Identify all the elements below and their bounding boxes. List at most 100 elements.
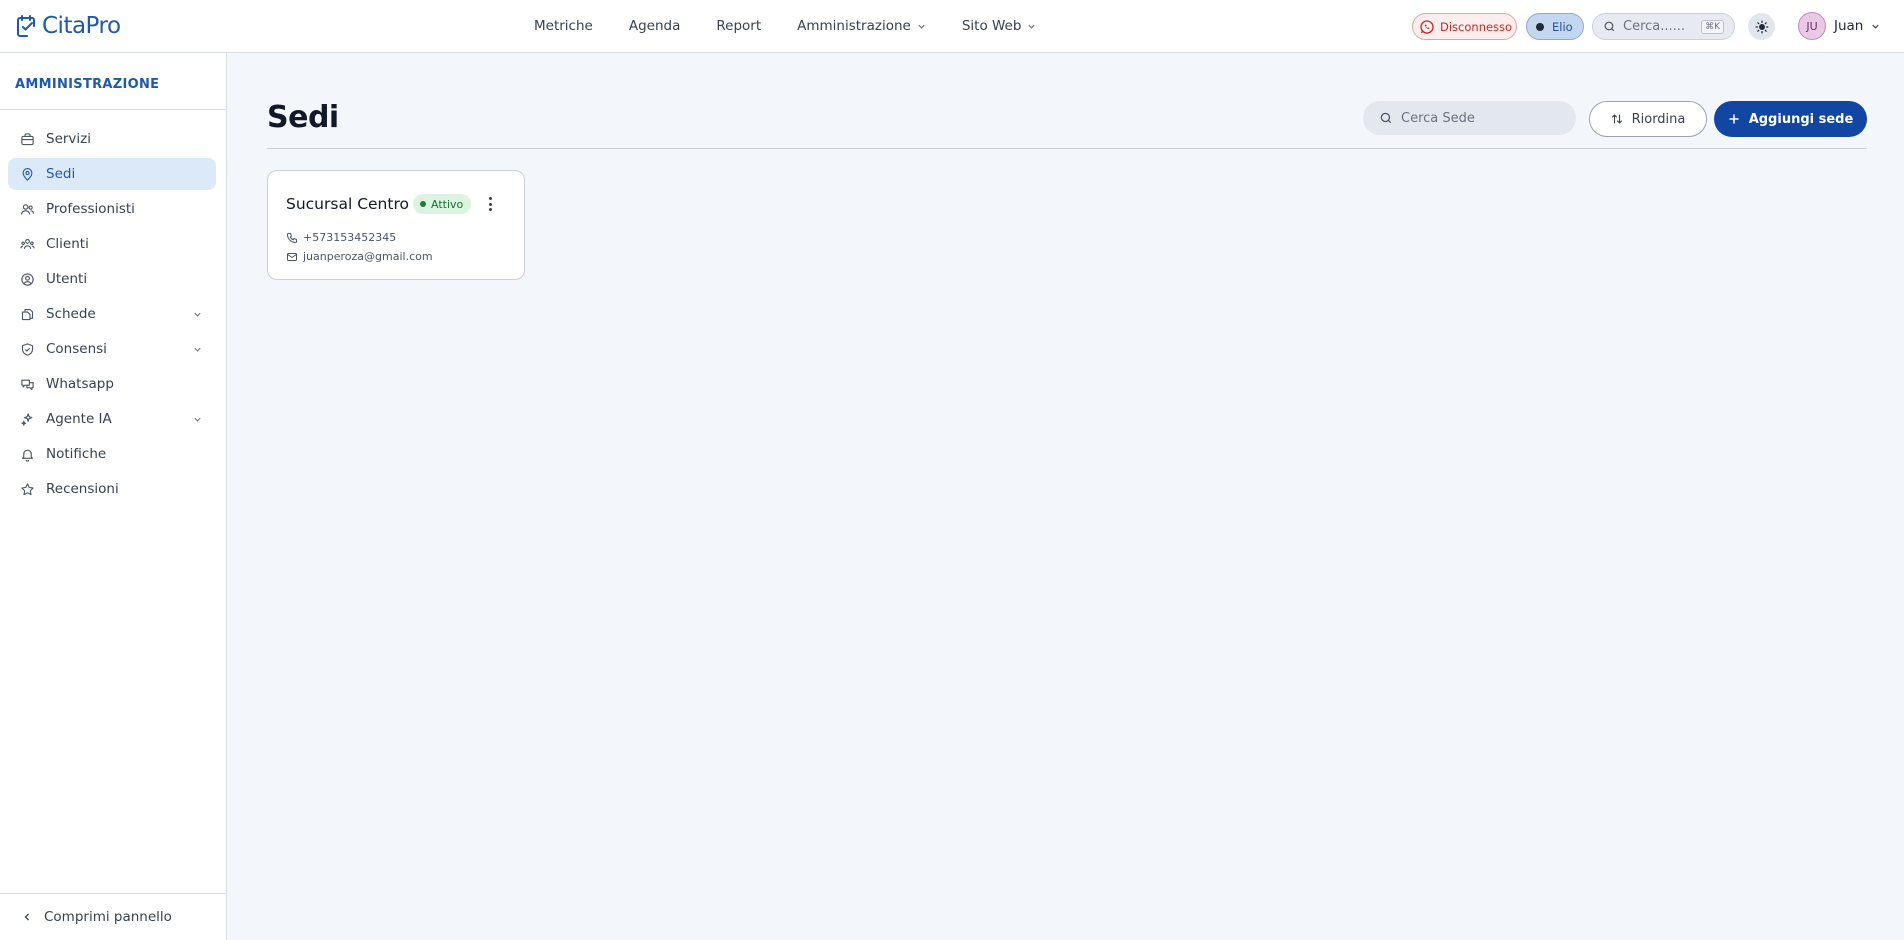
sidebar-nav: Servizi Sedi Professionisti Clienti Uten…: [8, 123, 216, 508]
add-location-button[interactable]: Aggiungi sede: [1714, 101, 1867, 137]
top-nav: Metriche Agenda Report Amministrazione S…: [534, 0, 1036, 52]
chevron-down-icon: [194, 347, 201, 352]
agent-pill[interactable]: Elio: [1526, 13, 1584, 40]
user-name: Juan: [1834, 18, 1864, 34]
sidebar-item-utenti[interactable]: Utenti: [8, 263, 216, 295]
phone-value: +573153452345: [303, 231, 397, 244]
collapse-panel-button[interactable]: Comprimi pannello: [22, 909, 172, 925]
top-bar: CitaPro Metriche Agenda Report Amministr…: [0, 0, 1904, 53]
sort-arrows-icon: [1611, 114, 1622, 124]
app-logo[interactable]: CitaPro: [14, 12, 121, 40]
chevron-down-icon: [194, 312, 201, 317]
shield-check-icon: [21, 342, 34, 356]
sidebar-item-servizi[interactable]: Servizi: [8, 123, 216, 155]
location-search-input[interactable]: Cerca Sede: [1363, 101, 1576, 135]
sidebar-item-agente-ia[interactable]: Agente IA: [8, 403, 216, 435]
phone-icon: [287, 232, 297, 243]
sidebar-footer-divider: [0, 893, 226, 894]
mail-icon: [287, 252, 297, 261]
sidebar-item-label: Schede: [46, 306, 96, 322]
status-label: Attivo: [431, 197, 464, 211]
nav-label: Agenda: [628, 18, 681, 34]
location-card[interactable]: Sucursal Centro Attivo +573153452345 jua…: [267, 170, 525, 280]
global-search-placeholder: Cerca......: [1623, 19, 1686, 34]
briefcase-icon: [21, 132, 34, 145]
agent-pill-label: Elio: [1552, 19, 1573, 34]
whatsapp-icon: [1420, 19, 1434, 34]
whatsapp-status-pill[interactable]: Disconnesso: [1412, 13, 1517, 40]
sidebar-item-label: Notifiche: [46, 446, 107, 462]
status-badge: Attivo: [413, 194, 472, 214]
chat-icon: [21, 379, 34, 390]
nav-label: Sito Web: [961, 18, 1022, 34]
sidebar-item-whatsapp[interactable]: Whatsapp: [8, 368, 216, 400]
sidebar-item-consensi[interactable]: Consensi: [8, 333, 216, 365]
chevron-down-icon: [194, 417, 201, 422]
clients-icon: [20, 238, 35, 249]
nav-label: Report: [716, 18, 762, 34]
sidebar-item-recensioni[interactable]: Recensioni: [8, 473, 216, 505]
search-icon: [1604, 21, 1615, 32]
collapse-panel-label: Comprimi pannello: [44, 909, 172, 925]
status-dot-icon: [420, 201, 426, 207]
sidebar-item-schede[interactable]: Schede: [8, 298, 216, 330]
search-icon: [1380, 112, 1392, 124]
plus-icon: [1728, 114, 1739, 124]
reorder-button[interactable]: Riordina: [1589, 101, 1707, 137]
more-options-button[interactable]: [482, 195, 498, 213]
nav-label: Metriche: [534, 18, 593, 34]
avatar: JU: [1798, 12, 1826, 40]
nav-metriche[interactable]: Metriche: [534, 18, 593, 34]
nav-sito-web[interactable]: Sito Web: [962, 18, 1037, 34]
sidebar-item-professionisti[interactable]: Professionisti: [8, 193, 216, 225]
user-circle-icon: [21, 272, 34, 286]
theme-toggle-button[interactable]: [1748, 13, 1775, 40]
files-icon: [21, 308, 34, 320]
chevron-down-icon: [1872, 24, 1879, 29]
sidebar-item-label: Professionisti: [46, 201, 135, 217]
star-icon: [21, 482, 34, 495]
sidebar-section-title: AMMINISTRAZIONE: [15, 77, 160, 92]
sidebar-item-label: Sedi: [46, 166, 76, 182]
email-value: juanperoza@gmail.com: [303, 250, 433, 263]
reorder-label: Riordina: [1631, 111, 1686, 127]
sidebar-item-sedi[interactable]: Sedi: [8, 158, 216, 190]
logo-text: CitaPro: [42, 13, 121, 39]
sidebar-item-label: Servizi: [46, 131, 92, 147]
sidebar-divider: [0, 109, 226, 110]
bell-icon: [21, 449, 34, 462]
sidebar-item-label: Recensioni: [46, 481, 119, 497]
sidebar-item-label: Utenti: [46, 271, 88, 287]
sidebar-item-label: Consensi: [46, 341, 107, 357]
nav-report[interactable]: Report: [716, 18, 761, 34]
location-email: juanperoza@gmail.com: [286, 250, 433, 263]
location-phone: +573153452345: [286, 231, 396, 244]
location-search-placeholder: Cerca Sede: [1401, 110, 1475, 126]
agent-status-icon: [1536, 22, 1544, 31]
sun-icon: [1755, 20, 1768, 33]
users-icon: [21, 203, 34, 215]
location-name: Sucursal Centro: [286, 195, 409, 213]
chevron-down-icon: [1028, 24, 1036, 29]
whatsapp-status-label: Disconnesso: [1440, 19, 1513, 34]
chevron-left-icon: [24, 913, 29, 921]
chevron-down-icon: [918, 24, 925, 29]
global-search[interactable]: Cerca...... ⌘K: [1592, 13, 1735, 40]
search-shortcut: ⌘K: [1701, 20, 1724, 34]
sparkles-icon: [21, 412, 33, 426]
user-menu[interactable]: JU Juan: [1798, 12, 1880, 40]
add-location-label: Aggiungi sede: [1748, 111, 1854, 127]
map-pin-icon: [22, 167, 33, 181]
sidebar-item-label: Whatsapp: [46, 376, 114, 392]
sidebar-item-label: Agente IA: [46, 411, 112, 427]
sidebar-item-label: Clienti: [46, 236, 89, 252]
sidebar: AMMINISTRAZIONE Servizi Sedi Professioni…: [0, 53, 227, 940]
header-divider: [267, 148, 1867, 149]
nav-amministrazione[interactable]: Amministrazione: [797, 18, 926, 34]
nav-label: Amministrazione: [797, 18, 911, 34]
sidebar-item-clienti[interactable]: Clienti: [8, 228, 216, 260]
sidebar-item-notifiche[interactable]: Notifiche: [8, 438, 216, 470]
page-title: Sedi: [267, 100, 339, 135]
calendar-check-icon: [17, 15, 35, 37]
nav-agenda[interactable]: Agenda: [629, 18, 681, 34]
